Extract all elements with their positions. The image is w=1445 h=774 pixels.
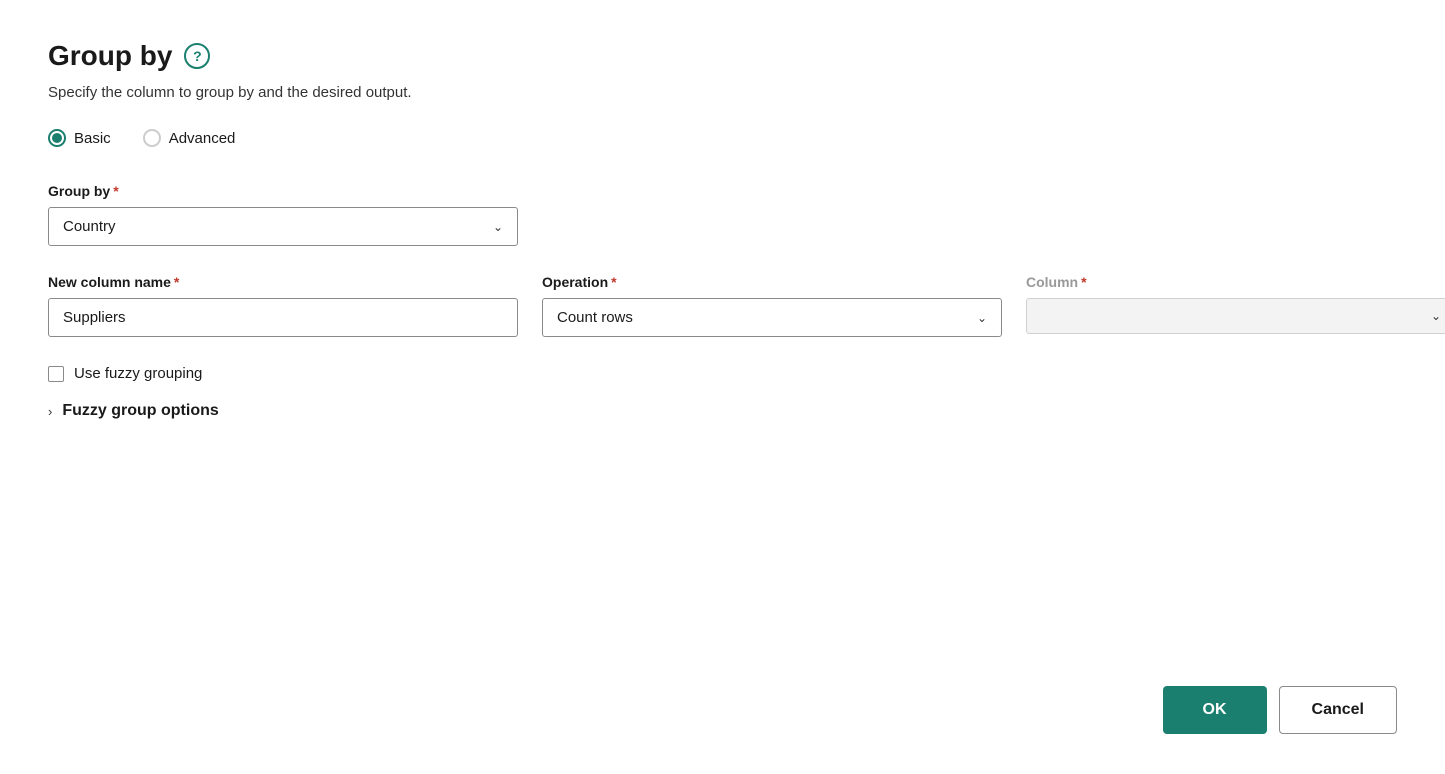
fuzzy-options-chevron-icon: › [48,404,52,419]
new-column-name-field: New column name* [48,274,518,337]
radio-basic-circle[interactable] [48,129,66,147]
group-by-section: Group by* Country ⌄ [48,183,1397,246]
mode-radio-group: Basic Advanced [48,129,1397,147]
group-by-value: Country [63,218,116,235]
radio-basic-label: Basic [74,130,111,147]
dialog-subtitle: Specify the column to group by and the d… [48,84,1397,101]
new-column-required: * [174,274,179,290]
column-label: Column* [1026,274,1445,290]
operation-chevron-icon: ⌄ [977,311,987,325]
column-dropdown: ⌄ [1026,298,1445,334]
fuzzy-group-options-row[interactable]: › Fuzzy group options [48,402,1397,420]
help-icon[interactable]: ? [184,43,210,69]
fuzzy-grouping-label: Use fuzzy grouping [74,365,202,382]
radio-advanced-label: Advanced [169,130,236,147]
fuzzy-options-label: Fuzzy group options [62,402,218,420]
group-by-dialog: Group by ? Specify the column to group b… [0,0,1445,774]
column-field: Column* ⌄ [1026,274,1445,334]
columns-row: New column name* Operation* Count rows ⌄… [48,274,1397,337]
operation-value: Count rows [557,309,633,326]
radio-advanced-circle[interactable] [143,129,161,147]
new-column-name-label: New column name* [48,274,518,290]
radio-basic[interactable]: Basic [48,129,111,147]
ok-button[interactable]: OK [1163,686,1267,734]
title-row: Group by ? [48,40,1397,72]
radio-advanced[interactable]: Advanced [143,129,236,147]
cancel-button[interactable]: Cancel [1279,686,1397,734]
column-required: * [1081,274,1086,290]
group-by-label: Group by* [48,183,1397,199]
dialog-title: Group by [48,40,172,72]
operation-dropdown[interactable]: Count rows ⌄ [542,298,1002,337]
group-by-required: * [113,183,118,199]
footer-buttons: OK Cancel [1163,686,1397,734]
new-column-name-input[interactable] [48,298,518,337]
operation-label: Operation* [542,274,1002,290]
column-chevron-icon: ⌄ [1431,309,1441,323]
fuzzy-grouping-row[interactable]: Use fuzzy grouping [48,365,1397,382]
operation-required: * [611,274,616,290]
group-by-dropdown[interactable]: Country ⌄ [48,207,518,246]
operation-field: Operation* Count rows ⌄ [542,274,1002,337]
fuzzy-grouping-checkbox[interactable] [48,366,64,382]
group-by-chevron-icon: ⌄ [493,220,503,234]
